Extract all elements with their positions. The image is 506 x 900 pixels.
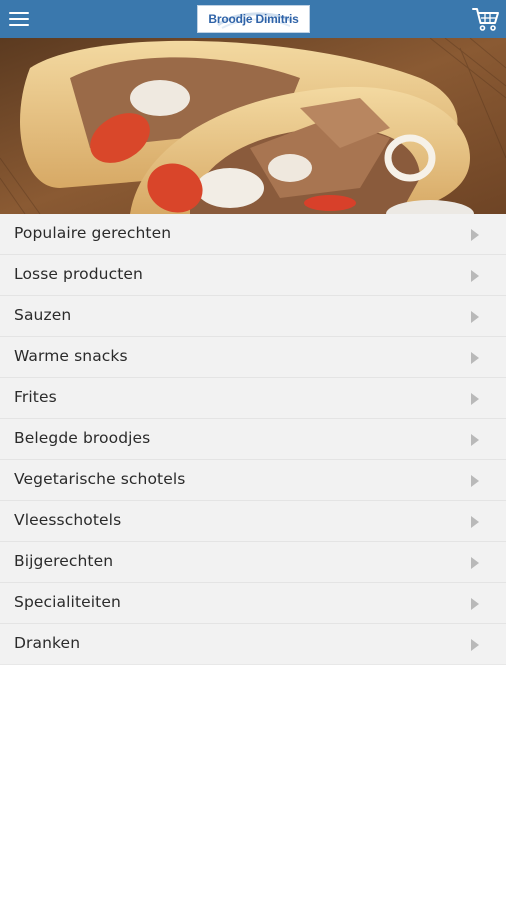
chevron-right-icon (471, 434, 479, 446)
category-label: Frites (14, 388, 57, 406)
chevron-right-icon (471, 393, 479, 405)
category-label: Populaire gerechten (14, 224, 172, 242)
category-item-bijgerechten[interactable]: Bijgerechten (0, 542, 506, 583)
chevron-right-icon (471, 229, 479, 241)
shopping-cart-icon[interactable] (472, 6, 500, 32)
category-item-populaire-gerechten[interactable]: Populaire gerechten (0, 214, 506, 255)
chevron-right-icon (471, 270, 479, 282)
gyros-pita-photo (0, 38, 506, 214)
category-item-vegetarische-schotels[interactable]: Vegetarische schotels (0, 460, 506, 501)
category-item-frites[interactable]: Frites (0, 378, 506, 419)
category-label: Sauzen (14, 306, 72, 324)
category-label: Dranken (14, 634, 81, 652)
logo-text: Broodje Dimitris (208, 12, 299, 26)
category-label: Specialiteiten (14, 593, 121, 611)
category-item-sauzen[interactable]: Sauzen (0, 296, 506, 337)
category-label: Losse producten (14, 265, 143, 283)
top-app-bar: Broodje Dimitris (0, 0, 506, 38)
category-label: Bijgerechten (14, 552, 114, 570)
chevron-right-icon (471, 475, 479, 487)
category-item-losse-producten[interactable]: Losse producten (0, 255, 506, 296)
category-label: Warme snacks (14, 347, 128, 365)
chevron-right-icon (471, 352, 479, 364)
category-item-dranken[interactable]: Dranken (0, 624, 506, 665)
category-list: Populaire gerechten Losse producten Sauz… (0, 214, 506, 665)
chevron-right-icon (471, 311, 479, 323)
category-label: Belegde broodjes (14, 429, 151, 447)
hero-food-image (0, 38, 506, 214)
category-item-warme-snacks[interactable]: Warme snacks (0, 337, 506, 378)
category-label: Vleesschotels (14, 511, 122, 529)
brand-logo[interactable]: Broodje Dimitris (197, 5, 310, 33)
hamburger-menu-icon[interactable] (6, 7, 32, 31)
chevron-right-icon (471, 557, 479, 569)
chevron-right-icon (471, 598, 479, 610)
chevron-right-icon (471, 639, 479, 651)
category-item-vleesschotels[interactable]: Vleesschotels (0, 501, 506, 542)
chevron-right-icon (471, 516, 479, 528)
category-label: Vegetarische schotels (14, 470, 186, 488)
category-item-belegde-broodjes[interactable]: Belegde broodjes (0, 419, 506, 460)
app-screen: Broodje Dimitris Populaire gerechten Los… (0, 0, 506, 900)
category-item-specialiteiten[interactable]: Specialiteiten (0, 583, 506, 624)
